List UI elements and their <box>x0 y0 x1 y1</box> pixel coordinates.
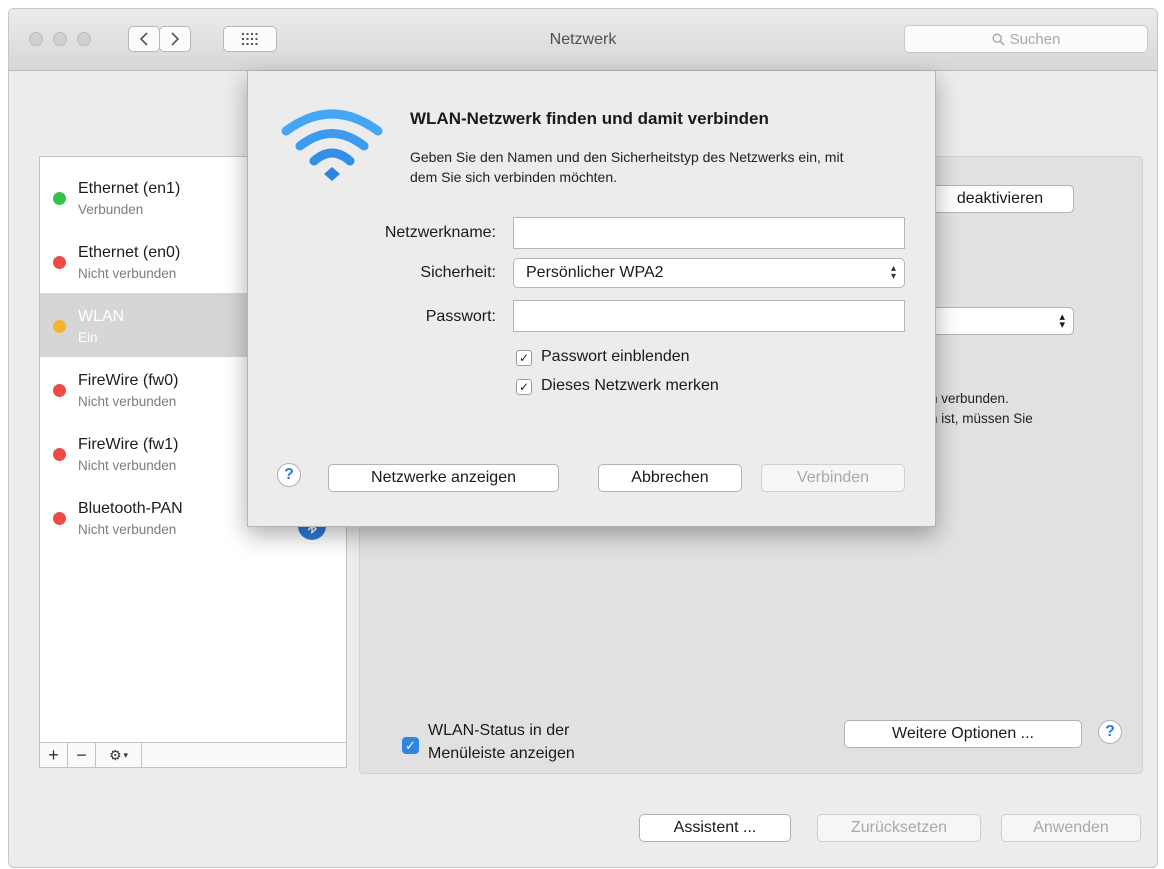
forward-button[interactable] <box>159 26 191 52</box>
chevron-right-icon <box>171 32 180 46</box>
password-label: Passwort: <box>425 308 496 325</box>
service-status: Verbunden <box>78 202 144 217</box>
minimize-window-button[interactable] <box>53 32 67 46</box>
status-dot <box>53 384 66 397</box>
zoom-window-button[interactable] <box>77 32 91 46</box>
service-status: Nicht verbunden <box>78 522 177 537</box>
status-dot <box>53 512 66 525</box>
service-status: Nicht verbunden <box>78 394 177 409</box>
show-menubar-status-label: WLAN-Status in der Menüleiste anzeigen <box>428 722 575 762</box>
chevron-updown-icon: ▴ ▾ <box>890 263 896 282</box>
cancel-button[interactable]: Abbrechen <box>598 464 742 492</box>
search-field[interactable]: Suchen <box>904 25 1148 53</box>
title-bar: Netzwerk Suchen <box>9 9 1157 71</box>
dialog-description: Geben Sie den Namen und den Sicherheitst… <box>410 149 844 185</box>
show-networks-button[interactable]: Netzwerke anzeigen <box>328 464 559 492</box>
chevron-updown-icon: ▴ ▾ <box>1059 311 1065 331</box>
wifi-icon <box>281 109 383 181</box>
security-select[interactable]: Persönlicher WPA2 ▴ ▾ <box>513 258 905 288</box>
service-name: Ethernet (en1) <box>78 180 181 197</box>
security-select-value: Persönlicher WPA2 <box>526 264 664 281</box>
back-button[interactable] <box>128 26 160 52</box>
service-name: FireWire (fw1) <box>78 436 179 453</box>
status-dot <box>53 320 66 333</box>
security-label: Sicherheit: <box>420 264 496 281</box>
revert-button[interactable]: Zurücksetzen <box>817 814 981 842</box>
service-name: Ethernet (en0) <box>78 244 181 261</box>
close-window-button[interactable] <box>29 32 43 46</box>
service-name: WLAN <box>78 308 125 325</box>
password-input[interactable] <box>513 300 905 332</box>
action-menu-button[interactable]: ⚙ ▾ <box>96 743 142 767</box>
network-name-input[interactable] <box>513 217 905 249</box>
service-status: Nicht verbunden <box>78 458 177 473</box>
status-dot <box>53 256 66 269</box>
show-all-button[interactable] <box>223 26 277 52</box>
wlan-deactivate-button[interactable]: deaktivieren <box>926 185 1074 213</box>
show-password-label: Passwort einblenden <box>541 348 690 365</box>
service-name: Bluetooth-PAN <box>78 500 183 517</box>
detail-help-button[interactable]: ? <box>1098 720 1122 744</box>
remove-service-button[interactable]: − <box>68 743 96 767</box>
dialog-help-button[interactable]: ? <box>277 463 301 487</box>
chevron-down-icon: ▾ <box>123 749 129 760</box>
service-name: FireWire (fw0) <box>78 372 179 389</box>
list-toolbar: + − ⚙ ▾ <box>40 742 346 767</box>
join-wlan-dialog: WLAN-Netzwerk finden und damit verbinden… <box>247 71 936 527</box>
connect-button[interactable]: Verbinden <box>761 464 905 492</box>
status-dot <box>53 192 66 205</box>
network-name-popup[interactable]: ▴ ▾ <box>926 307 1074 335</box>
service-status: Nicht verbunden <box>78 266 177 281</box>
remember-network-label: Dieses Netzwerk merken <box>541 377 719 394</box>
service-status: Ein <box>78 330 98 345</box>
status-dot <box>53 448 66 461</box>
add-service-button[interactable]: + <box>40 743 68 767</box>
advanced-options-button[interactable]: Weitere Optionen ... <box>844 720 1082 748</box>
chevron-left-icon <box>139 32 148 46</box>
assistant-button[interactable]: Assistent ... <box>639 814 791 842</box>
apply-button[interactable]: Anwenden <box>1001 814 1141 842</box>
show-password-checkbox[interactable]: ✓ <box>516 350 532 366</box>
search-icon <box>992 32 1005 46</box>
network-name-label: Netzwerkname: <box>384 224 496 241</box>
dialog-title: WLAN-Netzwerk finden und damit verbinden <box>410 109 769 128</box>
search-placeholder: Suchen <box>1009 30 1061 48</box>
network-preferences-window: Netzwerk Suchen Ethernet (en1) Verbunden… <box>8 8 1158 868</box>
status-text-fragment-1: h verbunden. <box>930 391 1009 406</box>
gear-icon: ⚙ <box>108 746 122 763</box>
remember-network-checkbox[interactable]: ✓ <box>516 379 532 395</box>
show-menubar-status-checkbox[interactable]: ✓ <box>402 737 419 754</box>
grid-icon <box>242 33 258 45</box>
status-text-fragment-2: n ist, müssen Sie <box>930 411 1033 426</box>
